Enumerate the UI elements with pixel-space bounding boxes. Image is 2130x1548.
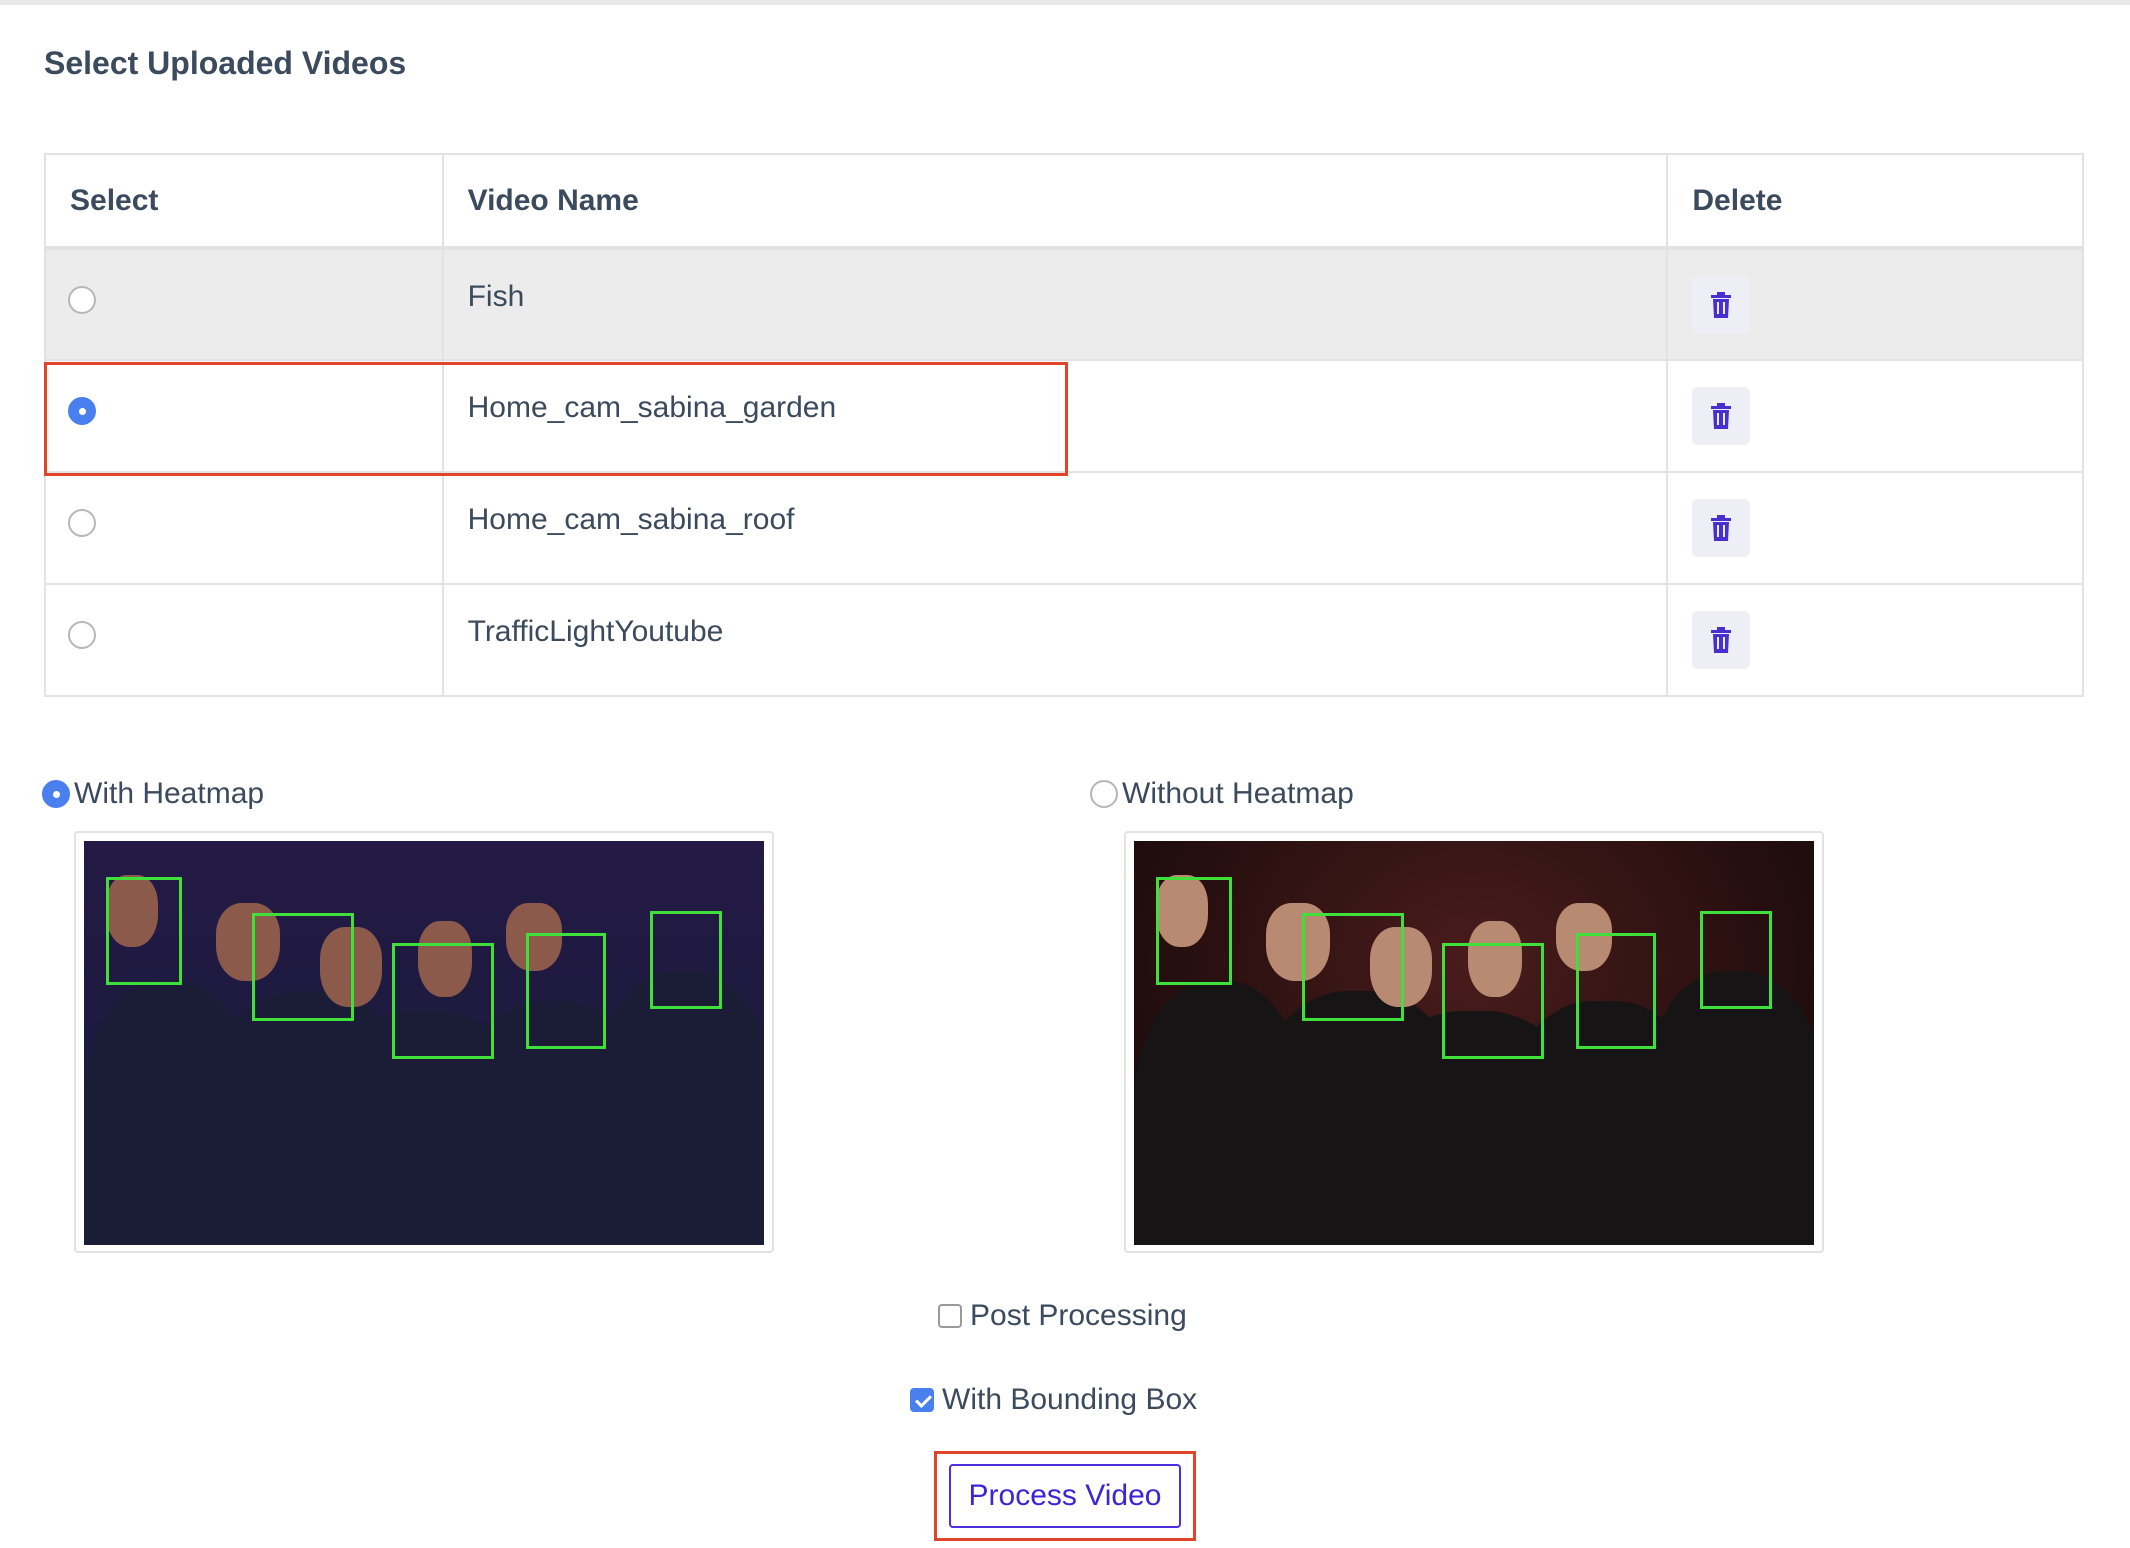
table-row: Fish	[44, 247, 2084, 361]
without-heatmap-label: Without Heatmap	[1122, 777, 1354, 810]
video-name: Home_cam_sabina_roof	[441, 471, 1669, 585]
video-radio-home-cam-sabina-garden[interactable]	[68, 397, 96, 425]
header-video-name: Video Name	[441, 153, 1669, 250]
delete-cell	[1666, 471, 2084, 585]
trash-icon	[1711, 515, 1732, 541]
face-bounding-box	[1700, 911, 1772, 1009]
delete-button-fish[interactable]	[1692, 276, 1751, 334]
video-radio-home-cam-sabina-roof[interactable]	[68, 509, 96, 537]
face-bounding-box	[650, 911, 722, 1009]
post-processing-checkbox[interactable]	[938, 1304, 962, 1328]
process-button-highlight: Process Video	[934, 1451, 1196, 1541]
select-cell	[44, 247, 444, 361]
heatmap-preview-image[interactable]	[74, 831, 774, 1253]
table-row: Home_cam_sabina_garden	[44, 359, 2084, 473]
video-name: Home_cam_sabina_garden	[441, 359, 1669, 473]
face-bounding-box	[106, 877, 182, 985]
without-heatmap-radio[interactable]	[1090, 780, 1118, 808]
delete-cell	[1666, 359, 2084, 473]
delete-button-home-cam-sabina-roof[interactable]	[1692, 499, 1751, 557]
without-heatmap-option[interactable]: Without Heatmap	[1090, 777, 1354, 811]
face-bounding-box	[1576, 933, 1656, 1049]
select-cell	[44, 359, 444, 473]
delete-button-trafficlightyoutube[interactable]	[1692, 611, 1751, 669]
face-bounding-box	[1156, 877, 1232, 985]
select-cell	[44, 471, 444, 585]
header-delete: Delete	[1666, 153, 2084, 250]
table-row: Home_cam_sabina_roof	[44, 471, 2084, 585]
delete-cell	[1666, 247, 2084, 361]
delete-cell	[1666, 583, 2084, 697]
process-video-button[interactable]: Process Video	[949, 1464, 1181, 1528]
post-processing-label: Post Processing	[970, 1299, 1187, 1332]
with-heatmap-label: With Heatmap	[74, 777, 265, 810]
with-heatmap-option[interactable]: With Heatmap	[42, 777, 264, 811]
heatmap-photo	[84, 841, 764, 1245]
post-processing-option[interactable]: Post Processing	[938, 1299, 1187, 1333]
video-radio-fish[interactable]	[68, 286, 96, 314]
plain-photo	[1134, 841, 1814, 1245]
trash-icon	[1711, 403, 1732, 429]
face-bounding-box	[1302, 913, 1404, 1021]
bounding-box-checkbox[interactable]	[910, 1388, 934, 1412]
header-select: Select	[44, 153, 444, 250]
video-name: Fish	[441, 247, 1669, 361]
trash-icon	[1711, 627, 1732, 653]
delete-button-home-cam-sabina-garden[interactable]	[1692, 387, 1751, 445]
page-title: Select Uploaded Videos	[44, 45, 407, 81]
table-header-row: Select Video Name Delete	[44, 153, 2084, 250]
bounding-box-label: With Bounding Box	[942, 1383, 1198, 1416]
no-heatmap-preview-image[interactable]	[1124, 831, 1824, 1253]
select-cell	[44, 583, 444, 697]
table-row: TrafficLightYoutube	[44, 583, 2084, 697]
bounding-box-option[interactable]: With Bounding Box	[910, 1383, 1197, 1417]
face-bounding-box	[526, 933, 606, 1049]
face-bounding-box	[392, 943, 494, 1059]
face-bounding-box	[252, 913, 354, 1021]
with-heatmap-radio[interactable]	[42, 780, 70, 808]
video-name: TrafficLightYoutube	[441, 583, 1669, 697]
video-radio-trafficlightyoutube[interactable]	[68, 621, 96, 649]
face-bounding-box	[1442, 943, 1544, 1059]
trash-icon	[1711, 292, 1732, 318]
video-table: Select Video Name Delete Fish Home_cam_s…	[44, 153, 2084, 697]
